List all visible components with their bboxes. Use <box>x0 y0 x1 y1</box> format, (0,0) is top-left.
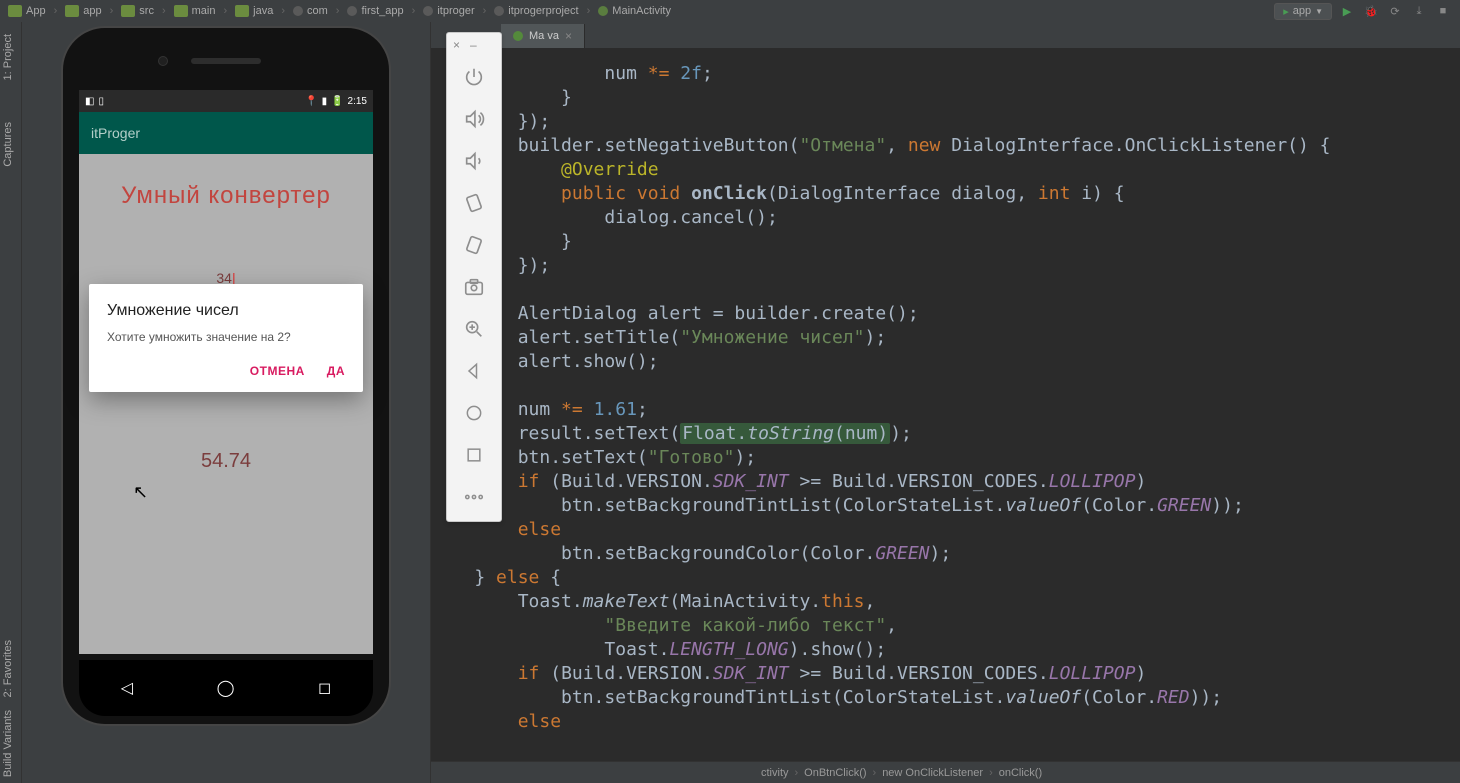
signal-icon: ▮ <box>322 96 328 107</box>
gutter-project[interactable]: 1: Project <box>0 28 16 86</box>
emulator-close-icon[interactable]: × <box>453 38 460 52</box>
top-toolbar: App› app› src› main› java› com› first_ap… <box>0 0 1460 22</box>
emulator-toolbar: × – <box>446 32 502 522</box>
left-tool-gutter: 1: Project Captures 2: Favorites Build V… <box>0 22 22 783</box>
stop-icon[interactable]: ■ <box>1434 2 1452 20</box>
crumb-frag[interactable]: ctivity <box>761 767 789 779</box>
status-icon: ◧ <box>85 96 94 107</box>
phone-screen: ◧ ▯ 📍 ▮ 🔋 2:15 itProger Умный конвертер … <box>79 90 373 654</box>
crumb-src[interactable]: src <box>121 5 154 17</box>
crumb-app[interactable]: app <box>65 5 101 17</box>
power-icon[interactable] <box>454 59 494 95</box>
run-config-select[interactable]: ▸app▼ <box>1274 3 1332 20</box>
crumb-App[interactable]: App <box>8 5 46 17</box>
zoom-icon[interactable] <box>454 311 494 347</box>
gutter-captures[interactable]: Captures <box>0 116 16 173</box>
volume-up-icon[interactable] <box>454 101 494 137</box>
nav-home-icon[interactable]: ◯ <box>217 678 235 698</box>
battery-icon: 🔋 <box>331 96 343 107</box>
crumb-com[interactable]: com <box>293 5 328 17</box>
crumb-itprogerproject[interactable]: itprogerproject <box>494 5 578 17</box>
debug-icon[interactable]: 🐞 <box>1362 2 1380 20</box>
rotate-right-icon[interactable] <box>454 227 494 263</box>
gutter-favorites[interactable]: 2: Favorites <box>0 634 16 703</box>
screenshot-icon[interactable] <box>454 269 494 305</box>
app-bar: itProger <box>79 112 373 154</box>
crumb-first_app[interactable]: first_app <box>347 5 403 17</box>
dialog-message: Хотите умножить значение на 2? <box>107 330 345 344</box>
java-class-icon <box>513 31 523 41</box>
crumb-frag[interactable]: OnBtnClick() <box>804 767 866 779</box>
crumb-frag[interactable]: onClick() <box>999 767 1042 779</box>
android-nav-bar: ◁ ◯ ◻ <box>79 660 373 716</box>
code-editor[interactable]: num *= 2f; } }); builder.setNegativeButt… <box>431 48 1460 761</box>
phone-speaker <box>191 58 261 64</box>
nav-recent-icon[interactable]: ◻ <box>318 678 331 698</box>
phone-camera <box>158 56 168 66</box>
dialog-ok-button[interactable]: ДА <box>327 364 345 378</box>
alert-dialog: Умножение чисел Хотите умножить значение… <box>89 284 363 392</box>
status-icon: ▯ <box>98 96 104 107</box>
close-tab-icon[interactable]: × <box>565 29 572 43</box>
volume-down-icon[interactable] <box>454 143 494 179</box>
run-icon[interactable]: ▶ <box>1338 2 1356 20</box>
home-icon[interactable] <box>454 395 494 431</box>
crumb-MainActivity[interactable]: MainActivity <box>598 5 671 17</box>
app-bar-title: itProger <box>91 125 140 141</box>
dialog-scrim[interactable] <box>79 154 373 654</box>
emulator-device-frame: ◧ ▯ 📍 ▮ 🔋 2:15 itProger Умный конвертер … <box>61 26 391 726</box>
profile-icon[interactable]: ⟳ <box>1386 2 1404 20</box>
status-time: 2:15 <box>348 96 367 107</box>
editor-tab-mainactivity[interactable]: Ma va × <box>501 24 585 48</box>
more-icon[interactable] <box>454 479 494 515</box>
app-content: Умный конвертер 34| 54.74 Умножение чисе… <box>79 154 373 654</box>
overview-icon[interactable] <box>454 437 494 473</box>
back-icon[interactable] <box>454 353 494 389</box>
dialog-cancel-button[interactable]: ОТМЕНА <box>250 364 305 378</box>
android-status-bar: ◧ ▯ 📍 ▮ 🔋 2:15 <box>79 90 373 112</box>
attach-icon[interactable]: ⤓ <box>1410 2 1428 20</box>
gutter-build-variants[interactable]: Build Variants <box>0 704 16 783</box>
result-label: 54.74 <box>79 450 373 473</box>
editor-breadcrumb: ctivity› OnBtnClick()› new OnClickListen… <box>431 761 1460 783</box>
rotate-left-icon[interactable] <box>454 185 494 221</box>
app-heading: Умный конвертер <box>79 182 373 210</box>
crumb-main[interactable]: main <box>174 5 216 17</box>
crumb-itproger[interactable]: itproger <box>423 5 474 17</box>
dialog-title: Умножение чисел <box>107 302 345 320</box>
nav-back-icon[interactable]: ◁ <box>121 678 133 698</box>
crumb-java[interactable]: java <box>235 5 273 17</box>
location-icon: 📍 <box>305 96 317 107</box>
crumb-frag[interactable]: new OnClickListener <box>882 767 983 779</box>
editor-tab-bar: Ma va × <box>431 22 1460 48</box>
emulator-minimize-icon[interactable]: – <box>470 38 477 52</box>
